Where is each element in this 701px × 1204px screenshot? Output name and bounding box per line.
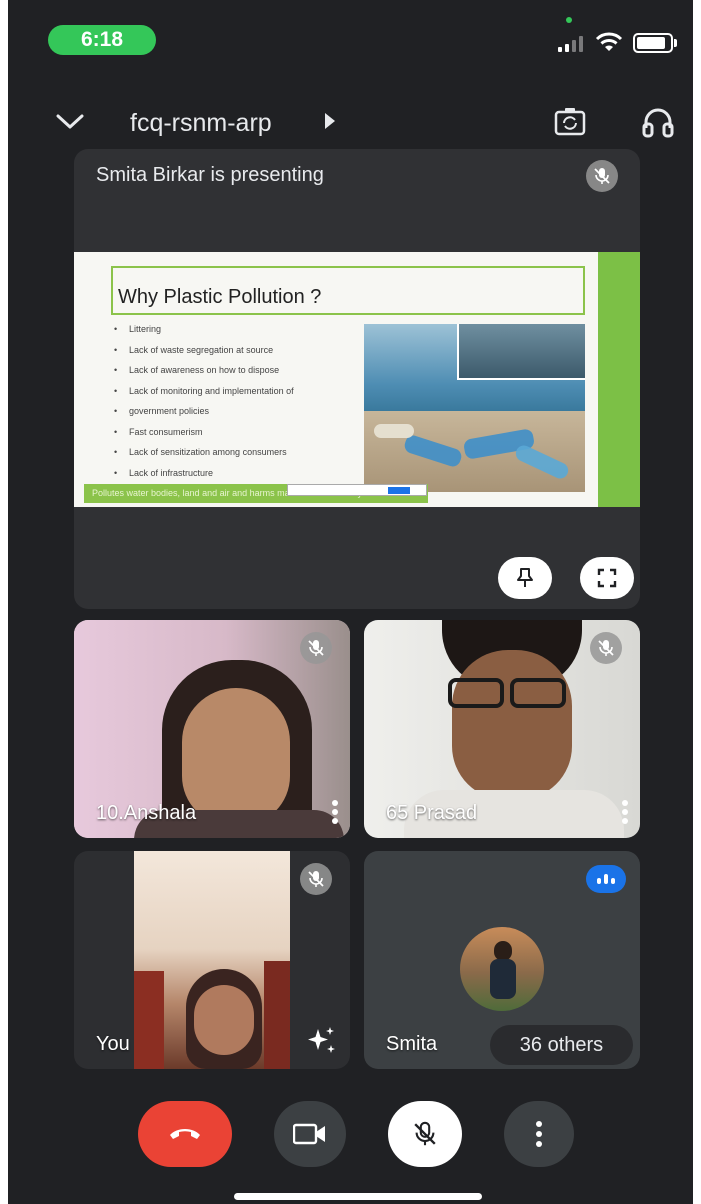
more-vert-icon <box>536 1121 542 1147</box>
list-item: Littering <box>114 322 294 343</box>
battery-tip <box>674 39 677 47</box>
camera-switch-icon[interactable] <box>550 104 590 140</box>
presentation-tile[interactable]: Smita Birkar is presenting Why Plastic P… <box>74 149 640 609</box>
chevron-down-icon[interactable] <box>52 106 88 136</box>
mic-toggle-button[interactable] <box>388 1101 462 1167</box>
screen-share-notice <box>287 484 427 496</box>
list-item: Lack of awareness on how to dispose <box>114 363 294 384</box>
status-time: 6:18 <box>48 25 156 55</box>
videocam-icon <box>293 1123 325 1145</box>
fullscreen-icon <box>597 568 617 588</box>
mic-off-icon <box>414 1121 436 1146</box>
participant-name: 10.Anshala <box>96 802 197 824</box>
meet-screen: 6:18 fcq-rsnm-arp Smita Birkar is presen… <box>8 0 693 1204</box>
mic-off-icon <box>300 632 332 664</box>
more-vert-icon[interactable] <box>332 800 338 824</box>
participant-tile-self[interactable]: You <box>74 851 350 1069</box>
speaking-indicator-icon <box>586 865 626 893</box>
headphones-icon[interactable] <box>638 104 678 140</box>
end-call-button[interactable] <box>138 1101 232 1167</box>
presenting-label: Smita Birkar is presenting <box>96 164 324 186</box>
more-options-button[interactable] <box>504 1101 574 1167</box>
meeting-code[interactable]: fcq-rsnm-arp <box>130 106 272 140</box>
participant-name: You <box>96 1033 130 1055</box>
wifi-icon <box>595 32 623 51</box>
participant-tile-prasad[interactable]: 65 Prasad <box>364 620 640 838</box>
list-item: Lack of monitoring and implementation of <box>114 384 294 405</box>
sparkle-icon[interactable] <box>304 1023 338 1057</box>
phone-hangup-icon <box>170 1129 200 1139</box>
shared-slide: Why Plastic Pollution ? Littering Lack o… <box>74 252 640 507</box>
list-item: Lack of sensitization among consumers <box>114 445 294 466</box>
camera-in-use-indicator <box>566 17 572 23</box>
home-indicator <box>234 1193 482 1200</box>
play-right-icon[interactable] <box>325 113 335 129</box>
slide-title: Why Plastic Pollution ? <box>118 286 322 308</box>
mic-off-icon <box>586 160 618 192</box>
list-item: Lack of infrastructure <box>114 466 294 487</box>
pin-button[interactable] <box>498 557 552 599</box>
list-item: government policies <box>114 404 294 425</box>
participant-name: 65 Prasad <box>386 802 478 824</box>
slide-accent-bar <box>598 252 640 507</box>
slide-beach-photo <box>364 324 585 492</box>
list-item: Fast consumerism <box>114 425 294 446</box>
participant-tile-smita[interactable]: Smita 36 others <box>364 851 640 1069</box>
cellular-signal-icon <box>558 36 586 52</box>
battery-icon <box>633 33 673 53</box>
avatar <box>460 927 544 1011</box>
camera-toggle-button[interactable] <box>274 1101 346 1167</box>
fullscreen-button[interactable] <box>580 557 634 599</box>
seagull-photo-inset <box>457 324 585 380</box>
participant-tile-anshala[interactable]: 10.Anshala <box>74 620 350 838</box>
mic-off-icon <box>300 863 332 895</box>
slide-bullets: Littering Lack of waste segregation at s… <box>114 322 294 486</box>
more-vert-icon[interactable] <box>622 800 628 824</box>
others-count-button[interactable]: 36 others <box>490 1025 633 1065</box>
participant-name: Smita <box>386 1033 438 1055</box>
list-item: Lack of waste segregation at source <box>114 343 294 364</box>
mic-off-icon <box>590 632 622 664</box>
pin-icon <box>517 568 533 587</box>
